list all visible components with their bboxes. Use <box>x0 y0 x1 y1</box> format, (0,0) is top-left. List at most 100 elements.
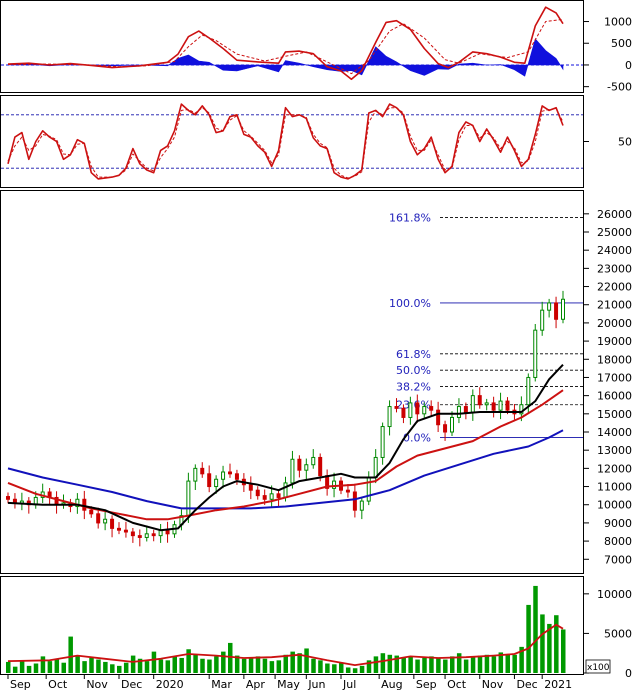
volume-bar <box>123 662 129 673</box>
candle-body <box>103 518 108 524</box>
volume-bar <box>179 657 184 673</box>
volume-bar <box>422 657 427 673</box>
candle-body <box>401 407 406 418</box>
candle-body <box>332 480 337 489</box>
volume-bar <box>505 654 510 673</box>
volume-bar <box>443 659 448 673</box>
candle-body <box>505 400 510 411</box>
volume-bar <box>241 658 247 673</box>
candle-body <box>117 527 121 531</box>
candle-body <box>491 402 496 411</box>
candle-body <box>345 489 350 493</box>
fib-level-label: 38.2% <box>396 381 431 394</box>
fib-level-label: 100.0% <box>389 297 431 310</box>
price-tick-label: 12000 <box>597 462 632 475</box>
volume-bar <box>68 636 73 673</box>
macd-tick-label: 500 <box>611 37 632 50</box>
volume-bar <box>26 665 32 673</box>
volume-bar <box>352 668 358 673</box>
candle-body <box>255 489 260 497</box>
price-tick-label: 15000 <box>597 408 632 421</box>
candle-body <box>477 395 482 406</box>
price-tick-label: 11000 <box>597 481 632 494</box>
month-label: 2021 <box>544 678 572 690</box>
fib-level-label: 61.8% <box>396 348 431 361</box>
candle-body <box>387 406 392 428</box>
volume-bar <box>255 656 261 673</box>
volume-bar <box>207 659 212 673</box>
price-tick-label: 26000 <box>597 208 632 221</box>
candle-body <box>352 491 357 511</box>
volume-bar <box>12 666 18 673</box>
volume-bar <box>33 663 39 673</box>
candle-body <box>207 473 212 488</box>
volume-bar <box>262 658 268 673</box>
month-label: Sep <box>10 678 31 690</box>
candle-body <box>443 424 448 433</box>
candle-body <box>359 500 364 511</box>
month-label: Apr <box>246 678 266 690</box>
candle-body <box>110 518 115 529</box>
volume-bar <box>477 655 483 673</box>
month-label: Aug <box>381 678 402 690</box>
candle-body <box>311 456 316 466</box>
volume-bar <box>193 654 198 673</box>
candle-body <box>318 456 323 477</box>
candle-body <box>436 409 441 426</box>
volume-bar <box>304 648 309 673</box>
candle-body <box>297 458 302 471</box>
macd-tick-label: -500 <box>607 81 632 94</box>
price-panel <box>0 190 584 574</box>
candle-body <box>394 406 399 409</box>
price-tick-label: 18000 <box>597 353 632 366</box>
price-tick-label: 13000 <box>597 444 632 457</box>
price-tick-label: 19000 <box>597 335 632 348</box>
candle-body <box>373 456 378 478</box>
price-tick-label: 7000 <box>604 553 632 566</box>
candle-body <box>165 529 170 535</box>
candle-body <box>82 498 87 511</box>
price-tick-label: 25000 <box>597 226 632 239</box>
month-label: Oct <box>48 678 68 690</box>
price-tick-label: 14000 <box>597 426 632 439</box>
candle-body <box>186 480 191 517</box>
candle-body <box>456 406 461 418</box>
volume-bar <box>429 656 434 673</box>
candle-body <box>262 495 267 500</box>
price-tick-label: 16000 <box>597 390 632 403</box>
candle-body <box>380 426 385 458</box>
candle-body <box>547 302 552 311</box>
volume-bar <box>75 655 80 673</box>
volume-bar <box>165 660 171 673</box>
month-label: Oct <box>447 678 467 690</box>
volume-bar <box>512 654 517 673</box>
month-label: Mar <box>211 678 232 690</box>
volume-tick-label: 5000 <box>604 627 632 640</box>
volume-bar <box>200 658 205 673</box>
candle-body <box>214 478 219 488</box>
volume-bar <box>436 657 441 673</box>
volume-bar <box>172 656 177 673</box>
volume-bar <box>318 660 323 673</box>
candle-body <box>200 467 205 475</box>
volume-bar <box>61 662 66 673</box>
month-label: Nov <box>482 678 504 690</box>
candle-body <box>290 458 295 484</box>
stock-chart: 161.8%100.0%61.8%50.0%38.2%23.6%0.0% -50… <box>0 0 632 690</box>
volume-bar <box>82 661 87 673</box>
fib-level-label: 161.8% <box>389 211 431 224</box>
volume-bar <box>186 649 191 673</box>
volume-bar <box>144 661 150 673</box>
candle-body <box>6 496 10 500</box>
volume-bar <box>359 665 365 673</box>
volume-bar <box>561 629 566 673</box>
volume-bar <box>450 656 455 673</box>
macd-tick-label: 1000 <box>604 16 632 29</box>
candle-body <box>554 302 559 320</box>
candle-body <box>526 376 531 406</box>
volume-bar <box>214 656 219 673</box>
month-label: May <box>277 678 300 690</box>
candle-body <box>561 298 565 320</box>
price-tick-label: 21000 <box>597 299 632 312</box>
candle-body <box>123 529 128 533</box>
